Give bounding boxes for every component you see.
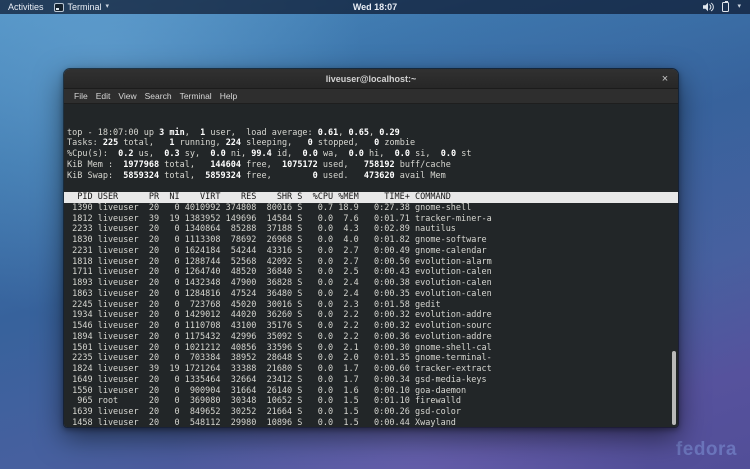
process-row: 1863 liveuser 20 0 1284816 47524 36480 S…	[67, 289, 678, 300]
process-row: 1550 liveuser 20 0 900904 31664 26140 S …	[67, 386, 678, 397]
app-menu-label: Terminal	[68, 0, 102, 14]
process-row: 1390 liveuser 20 0 4010992 374808 80016 …	[67, 203, 678, 214]
caret-down-icon: ▾	[737, 0, 741, 14]
menu-item-file[interactable]: File	[70, 91, 92, 101]
top-bar: Activities Terminal ▾ Wed 18:07 ▾	[0, 0, 750, 14]
process-row: 2235 liveuser 20 0 703384 38952 28648 S …	[67, 353, 678, 364]
window-titlebar[interactable]: liveuser@localhost:~ ×	[64, 69, 678, 89]
menu-item-view[interactable]: View	[114, 91, 140, 101]
process-row: 1818 liveuser 20 0 1288744 52568 42092 S…	[67, 257, 678, 268]
menu-bar: FileEditViewSearchTerminalHelp	[64, 89, 678, 104]
fedora-logo: fedora	[676, 439, 737, 461]
process-row: 2231 liveuser 20 0 1624184 54244 43316 S…	[67, 246, 678, 257]
activities-button[interactable]: Activities	[8, 0, 44, 14]
blank-line	[67, 181, 678, 192]
menu-item-terminal[interactable]: Terminal	[176, 91, 216, 101]
menu-item-edit[interactable]: Edit	[92, 91, 115, 101]
process-row: 1893 liveuser 20 0 1432348 47900 36828 S…	[67, 278, 678, 289]
menu-item-help[interactable]: Help	[216, 91, 241, 101]
terminal-window: liveuser@localhost:~ × FileEditViewSearc…	[63, 68, 679, 428]
process-row: 1546 liveuser 20 0 1110708 43100 35176 S…	[67, 321, 678, 332]
top-summary-line: %Cpu(s): 0.2 us, 0.3 sy, 0.0 ni, 99.4 id…	[67, 149, 678, 160]
process-row: 1501 liveuser 20 0 1021212 40856 33596 S…	[67, 343, 678, 354]
menu-item-search[interactable]: Search	[141, 91, 176, 101]
close-button[interactable]: ×	[658, 72, 672, 86]
process-row: 965 root 20 0 369080 30348 10652 S 0.0 1…	[67, 396, 678, 407]
process-table-header: PID USER PR NI VIRT RES SHR S %CPU %MEM …	[64, 192, 678, 203]
top-summary-line: KiB Swap: 5859324 total, 5859324 free, 0…	[67, 171, 678, 182]
terminal-app-icon	[54, 3, 64, 12]
process-row: 1458 liveuser 20 0 548112 29980 10896 S …	[67, 418, 678, 427]
volume-icon	[703, 2, 714, 12]
process-row: 2245 liveuser 20 0 723768 45020 30016 S …	[67, 300, 678, 311]
battery-icon	[722, 2, 729, 12]
app-menu-button[interactable]: Terminal ▾	[54, 0, 110, 14]
process-row: 1649 liveuser 20 0 1335464 32664 23412 S…	[67, 375, 678, 386]
scrollbar	[671, 104, 677, 427]
top-summary-line: KiB Mem : 1977968 total, 144604 free, 10…	[67, 160, 678, 171]
top-summary-line: Tasks: 225 total, 1 running, 224 sleepin…	[67, 138, 678, 149]
process-row: 1824 liveuser 39 19 1721264 33388 21680 …	[67, 364, 678, 375]
clock[interactable]: Wed 18:07	[353, 0, 397, 14]
process-row: 1711 liveuser 20 0 1264740 48520 36840 S…	[67, 267, 678, 278]
process-row: 2233 liveuser 20 0 1340864 85288 37188 S…	[67, 224, 678, 235]
window-title: liveuser@localhost:~	[326, 74, 417, 84]
process-row: 1812 liveuser 39 19 1383952 149696 14584…	[67, 214, 678, 225]
process-row: 1830 liveuser 20 0 1113308 78692 26968 S…	[67, 235, 678, 246]
top-summary-line: top - 18:07:00 up 3 min, 1 user, load av…	[67, 128, 678, 139]
process-row: 1894 liveuser 20 0 1175432 42996 35092 S…	[67, 332, 678, 343]
system-status-tray[interactable]: ▾	[703, 0, 750, 14]
chevron-down-icon: ▾	[106, 0, 110, 14]
scrollbar-thumb[interactable]	[672, 351, 676, 425]
process-row: 1934 liveuser 20 0 1429012 44020 36260 S…	[67, 310, 678, 321]
terminal-output[interactable]: top - 18:07:00 up 3 min, 1 user, load av…	[64, 104, 678, 427]
process-row: 1639 liveuser 20 0 849652 30252 21664 S …	[67, 407, 678, 418]
